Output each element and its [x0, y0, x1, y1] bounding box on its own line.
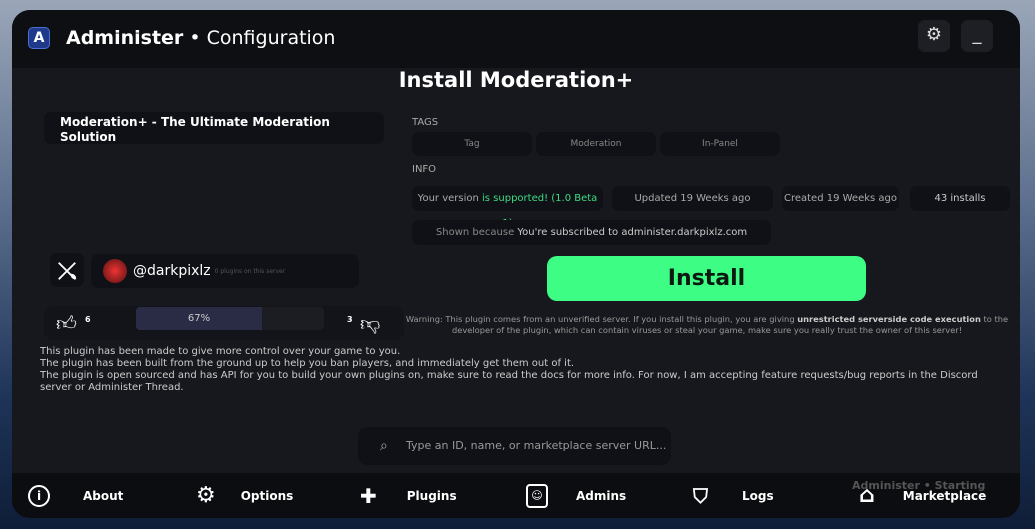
thumbs-up-icon[interactable]: 👍︎: [56, 311, 77, 336]
gear-icon: ⚙: [196, 483, 216, 508]
thumbs-down-icon[interactable]: 👎︎: [360, 311, 380, 336]
warning-text: Warning: This plugin comes from an unver…: [405, 314, 1009, 335]
rating-progress: 67%: [136, 307, 324, 330]
info-icon: i: [28, 484, 50, 507]
tools-icon: [58, 261, 77, 280]
created-info: Created 19 Weeks ago: [782, 186, 899, 211]
tools-button[interactable]: [50, 253, 84, 287]
app-window: A Administer • Configuration ⚙ _ Install…: [12, 10, 1020, 518]
author-card[interactable]: @darkpixlz 0 plugins on this server: [91, 254, 359, 288]
installs-info: 43 installs: [910, 186, 1010, 211]
plugin-description: This plugin has been made to give more c…: [40, 346, 978, 393]
tag-chip: Moderation: [536, 132, 656, 156]
nav-logs[interactable]: ⛉ Logs: [693, 473, 774, 518]
like-count: 6: [85, 315, 91, 324]
minimize-button[interactable]: _: [961, 20, 993, 52]
plugin-name: Moderation+ - The Ultimate Moderation So…: [44, 112, 384, 144]
search-input[interactable]: ⌕ Type an ID, name, or marketplace serve…: [358, 427, 671, 465]
rating-bar: 👍︎ 6 67% 3 👎︎: [44, 306, 404, 340]
rating-percent: 67%: [187, 313, 211, 324]
install-button[interactable]: Install: [547, 256, 866, 301]
header: A Administer • Configuration ⚙ _: [12, 10, 1020, 68]
author-note: 0 plugins on this server: [214, 267, 286, 275]
search-icon: ⌕: [380, 438, 388, 454]
store-icon: ⌂: [859, 483, 875, 508]
puzzle-icon: ✚: [360, 483, 377, 508]
nav-admins[interactable]: ☺ Admins: [526, 473, 626, 518]
tag-chip: Tag: [412, 132, 532, 156]
dislike-count: 3: [347, 315, 353, 324]
shield-check-icon: ⛉: [693, 483, 708, 508]
nav-plugins[interactable]: ✚ Plugins: [360, 473, 457, 518]
shown-reason: Shown because You're subscribed to admin…: [412, 220, 771, 245]
nav-options[interactable]: ⚙ Options: [196, 473, 293, 518]
tags-label: TAGS: [412, 117, 439, 128]
administer-logo: A: [28, 27, 50, 49]
bottom-nav: i About ⚙ Options ✚ Plugins ☺ Admins ⛉ Logs A…: [12, 473, 1020, 518]
page-title: Install Moderation+: [398, 68, 634, 92]
tag-chip: In-Panel: [660, 132, 780, 156]
gear-icon: ⚙: [925, 24, 943, 45]
author-avatar: [103, 259, 127, 283]
info-label: INFO: [412, 164, 437, 175]
admin-badge-icon: ☺: [526, 483, 548, 508]
version-info: Your version is supported! (1.0 Beta 1): [412, 186, 603, 229]
app-title: Administer • Configuration: [66, 27, 336, 49]
nav-marketplace[interactable]: Administer • Starting ⌂ Marketplace: [842, 473, 986, 518]
settings-button[interactable]: ⚙: [918, 20, 950, 52]
updated-info: Updated 19 Weeks ago: [612, 186, 773, 211]
nav-about[interactable]: i About: [28, 473, 123, 518]
author-name: @darkpixlz: [133, 263, 211, 279]
